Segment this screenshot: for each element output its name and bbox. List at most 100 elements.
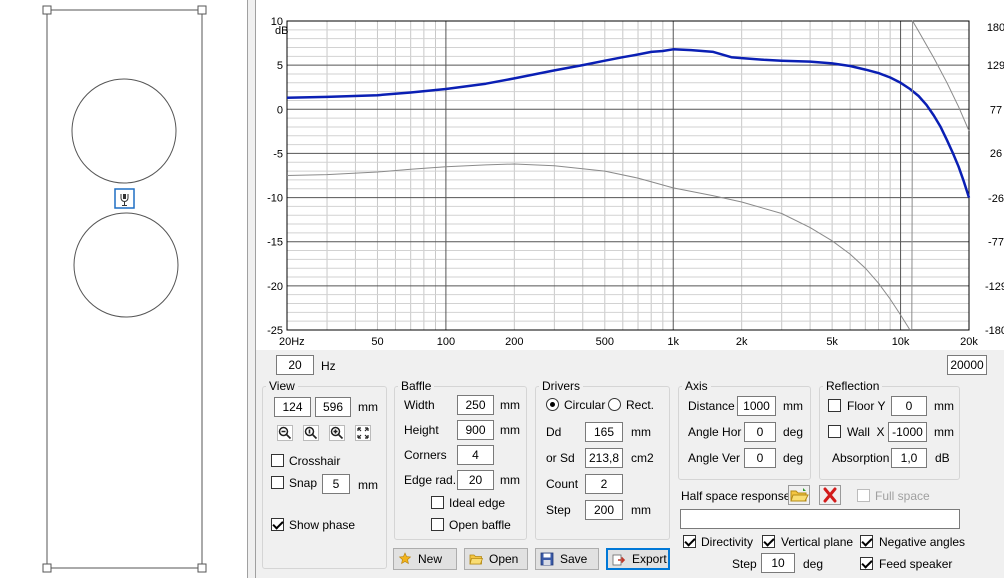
open-folder-icon[interactable] — [788, 485, 810, 505]
full-space-checkbox[interactable] — [857, 489, 870, 502]
save-button[interactable]: Save — [535, 548, 599, 570]
baffle-height-input[interactable]: 900 — [457, 420, 494, 440]
half-space-path-input[interactable] — [680, 509, 960, 529]
left-tick-label: -5 — [273, 148, 283, 160]
new-button[interactable]: New — [393, 548, 457, 570]
right-tick-label: -180 — [985, 325, 1004, 337]
export-button-label: Export — [632, 552, 667, 566]
absorption-input[interactable]: 1,0 — [891, 448, 927, 468]
series-line-0 — [286, 48, 971, 198]
driver-step-input[interactable]: 200 — [585, 500, 623, 520]
feed-speaker-label: Feed speaker — [879, 557, 953, 571]
wall-unit: mm — [934, 425, 954, 439]
x-tick-labels: 20Hz 50 100 200 500 1k 2k 5k 10k 20k — [279, 336, 978, 348]
angle-ver-unit: deg — [783, 451, 804, 465]
driver-step-label: Step — [546, 503, 571, 517]
frequency-response-chart[interactable]: 20Hz 50 100 200 500 1k 2k 5k 10k 20k 10 5 0 -5 -10 -15… — [256, 0, 1004, 350]
snap-label: Snap — [289, 476, 318, 490]
negative-angles-checkbox[interactable] — [860, 535, 873, 548]
distance-unit: mm — [783, 399, 803, 413]
baffle-view-pane[interactable] — [0, 0, 248, 578]
freq-min-unit: Hz — [321, 359, 336, 373]
dd-input[interactable]: 165 — [585, 422, 623, 442]
angle-hor-label: Angle Hor — [688, 425, 742, 439]
directivity-checkbox[interactable] — [683, 535, 696, 548]
rect-radio[interactable] — [608, 398, 621, 411]
axis-group-title: Axis — [682, 379, 711, 393]
view-height-input[interactable]: 596 — [315, 397, 351, 417]
drivers-group-title: Drivers — [539, 379, 583, 393]
wall-checkbox[interactable] — [828, 425, 841, 438]
view-group-title: View — [266, 379, 298, 393]
left-tick-label: -25 — [267, 325, 283, 337]
chart-svg: 20Hz 50 100 200 500 1k 2k 5k 10k 20k 1050-5-10-15… — [267, 16, 1004, 348]
angle-hor-input[interactable]: 0 — [744, 422, 776, 442]
x-tick-label: 500 — [596, 336, 614, 348]
zoom-out-icon[interactable] — [277, 425, 293, 441]
circular-radio[interactable] — [546, 398, 559, 411]
baffle-corner-handle — [42, 563, 52, 573]
freq-min-input[interactable]: 20 — [276, 355, 314, 375]
snap-checkbox[interactable] — [271, 476, 284, 489]
right-tick-label: 77 — [990, 104, 1002, 116]
driver-circle-bottom — [73, 212, 179, 318]
x-tick-label: 5k — [826, 336, 838, 348]
circular-label: Circular — [564, 398, 606, 412]
open-baffle-label: Open baffle — [449, 518, 511, 532]
crosshair-checkbox[interactable] — [271, 454, 284, 467]
new-button-label: New — [418, 552, 443, 566]
clear-icon[interactable] — [819, 485, 841, 505]
floppy-disk-icon — [540, 552, 554, 566]
left-tick-labels: 1050-5-10-15-20-25 — [267, 16, 283, 337]
driver-circle-top — [71, 78, 177, 184]
baffle-drawing[interactable] — [0, 0, 248, 578]
floor-checkbox[interactable] — [828, 399, 841, 412]
angle-ver-input[interactable]: 0 — [744, 448, 776, 468]
baffle-height-label: Height — [404, 423, 439, 437]
left-tick-label: 0 — [277, 104, 283, 116]
zoom-in-icon[interactable] — [329, 425, 345, 441]
right-tick-label: 180 — [987, 22, 1004, 34]
sd-label: or Sd — [546, 451, 575, 465]
x-tick-label: 1k — [667, 336, 679, 348]
baffle-corners-input[interactable]: 4 — [457, 445, 494, 465]
freq-max-input[interactable]: 20000 — [947, 355, 987, 375]
right-tick-label: -77 — [988, 237, 1004, 249]
count-label: Count — [546, 477, 579, 491]
zoom-fit-icon[interactable] — [303, 425, 319, 441]
new-star-icon — [398, 552, 412, 565]
open-baffle-checkbox[interactable] — [431, 518, 444, 531]
baffle-width-label: Width — [404, 398, 435, 412]
wall-input[interactable]: -1000 — [888, 422, 927, 442]
view-width-input[interactable]: 124 — [274, 397, 311, 417]
sd-input[interactable]: 213,8 — [585, 448, 623, 468]
count-input[interactable]: 2 — [585, 474, 623, 494]
snap-input[interactable]: 5 — [322, 474, 350, 494]
microphone-icon — [114, 188, 135, 209]
show-phase-label: Show phase — [289, 518, 356, 532]
baffle-edge-rad-input[interactable]: 20 — [457, 470, 494, 490]
ideal-edge-checkbox[interactable] — [431, 496, 444, 509]
feed-speaker-checkbox[interactable] — [860, 557, 873, 570]
right-tick-label: -26 — [988, 193, 1004, 205]
floor-label: Floor Y — [847, 399, 886, 413]
baffle-corner-handle — [197, 5, 207, 15]
floor-input[interactable]: 0 — [891, 396, 927, 416]
x-tick-label: 50 — [371, 336, 383, 348]
pane-splitter[interactable] — [248, 0, 256, 578]
angle-hor-unit: deg — [783, 425, 804, 439]
baffle-width-unit: mm — [500, 398, 520, 412]
directivity-step-input[interactable]: 10 — [761, 553, 795, 573]
export-button[interactable]: Export — [606, 548, 670, 570]
vertical-plane-checkbox[interactable] — [762, 535, 775, 548]
open-button[interactable]: Open — [464, 548, 528, 570]
x-tick-label: 2k — [736, 336, 748, 348]
directivity-step-unit: deg — [803, 557, 824, 571]
folder-icon — [469, 554, 483, 565]
fullscreen-icon[interactable] — [355, 425, 371, 441]
show-phase-checkbox[interactable] — [271, 518, 284, 531]
distance-input[interactable]: 1000 — [737, 396, 776, 416]
x-tick-label: 200 — [505, 336, 523, 348]
ideal-edge-label: Ideal edge — [449, 496, 506, 510]
baffle-width-input[interactable]: 250 — [457, 395, 494, 415]
